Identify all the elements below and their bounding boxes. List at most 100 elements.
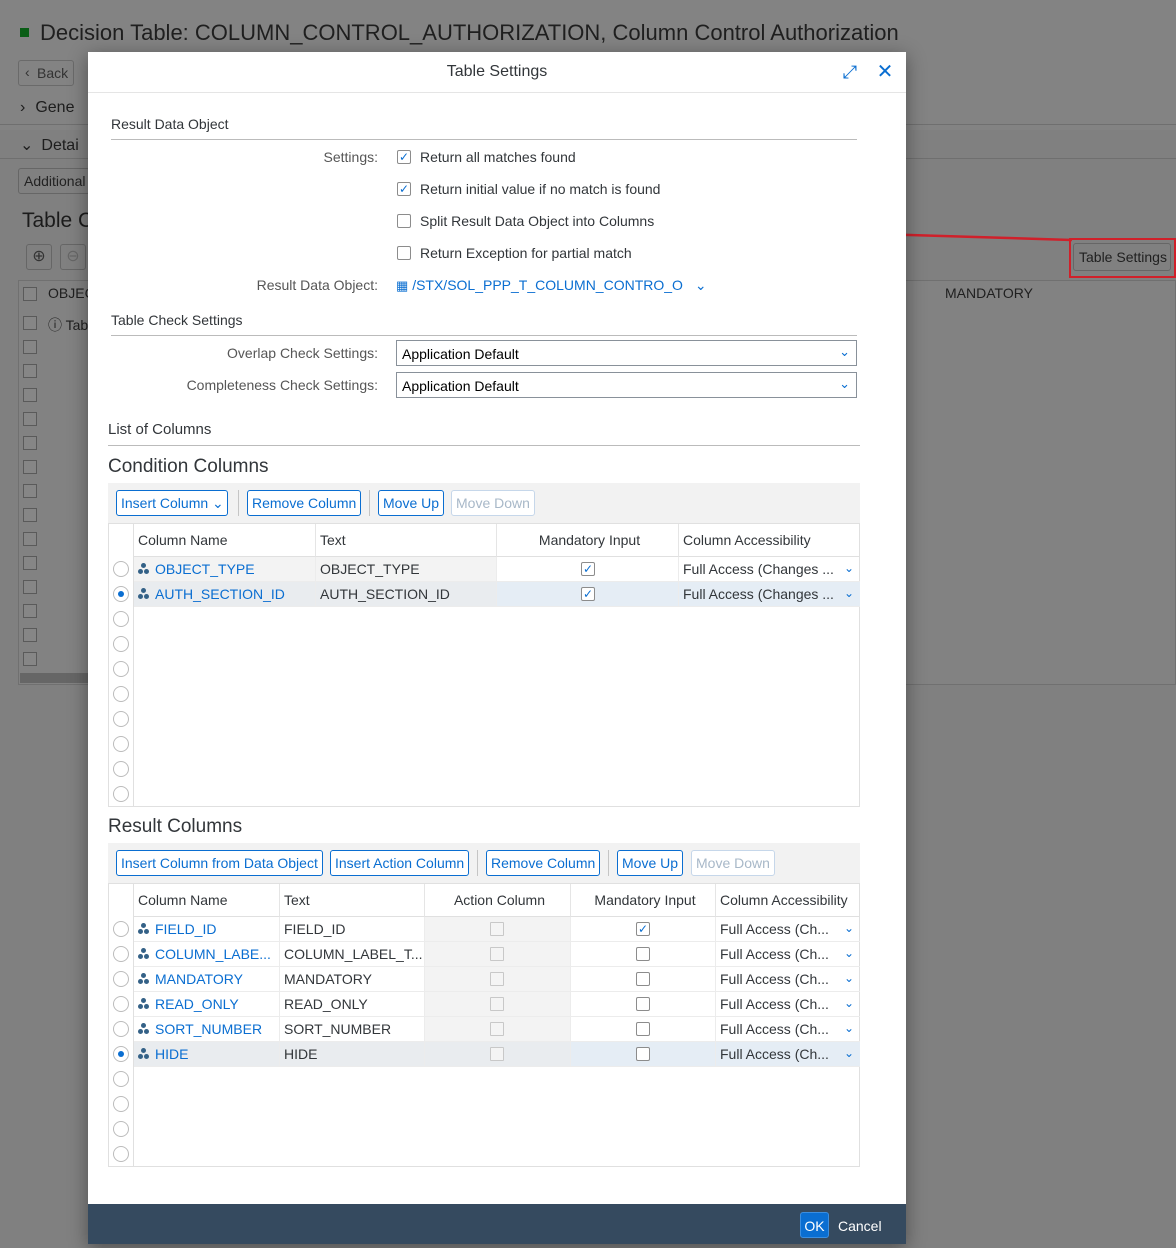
option-checkbox-split[interactable] [397,214,411,228]
divider [111,139,857,140]
row-radio[interactable] [113,611,129,627]
move-down-button[interactable]: Move Down [451,490,535,516]
column-name-link[interactable]: MANDATORY [155,971,243,987]
column-name-link[interactable]: OBJECT_TYPE [155,561,255,577]
select-all-checkbox[interactable] [23,287,37,301]
move-up-button[interactable]: Move Up [378,490,445,516]
row-radio[interactable] [113,1096,129,1112]
row-radio[interactable] [113,761,129,777]
column-name-link[interactable]: HIDE [155,1046,188,1062]
move-down-button[interactable]: Move Down [691,850,775,876]
table-row[interactable]: HIDE [134,1042,280,1067]
mandatory-checkbox[interactable]: ✓ [581,562,595,576]
accessibility-value: Full Access (Ch... [720,1046,829,1062]
row-checkbox[interactable] [23,388,37,402]
row-checkbox[interactable] [23,460,37,474]
row-radio[interactable] [113,661,129,677]
general-section-toggle[interactable]: › Gene [20,99,74,117]
mandatory-checkbox[interactable] [636,972,650,986]
table-row[interactable]: MANDATORY [134,967,280,992]
accessibility-select[interactable]: Full Access (Ch... ⌄ [716,992,860,1017]
option-checkbox-return-all[interactable]: ✓ [397,150,411,164]
row-checkbox[interactable] [23,364,37,378]
row-radio[interactable] [113,686,129,702]
accessibility-select[interactable]: Full Access (Ch... ⌄ [716,942,860,967]
mandatory-checkbox[interactable]: ✓ [636,922,650,936]
accessibility-select[interactable]: Full Access (Changes ... ⌄ [679,582,860,607]
action-cell [425,917,571,942]
row-checkbox[interactable] [23,532,37,546]
row-radio[interactable] [113,786,129,802]
row-checkbox[interactable] [23,604,37,618]
row-checkbox[interactable] [23,412,37,426]
ok-button[interactable]: OK [800,1212,829,1238]
chevron-down-icon[interactable]: ⌄ [695,277,707,293]
details-section-toggle[interactable]: ⌄ Detai [20,135,79,155]
table-row[interactable]: OBJECT_TYPE [134,557,316,582]
accessibility-select[interactable]: Full Access (Ch... ⌄ [716,1042,860,1067]
result-data-object-link[interactable]: ▦ /STX/SOL_PPP_T_COLUMN_CONTRO_O ⌄ [396,277,707,294]
close-icon[interactable]: ✕ [875,62,895,82]
additional-button[interactable]: Additional [18,168,90,194]
condition-columns-title: Condition Columns [108,456,269,477]
row-radio[interactable] [113,1121,129,1137]
column-name-link[interactable]: SORT_NUMBER [155,1021,262,1037]
table-row[interactable]: SORT_NUMBER [134,1017,280,1042]
insert-action-column-button[interactable]: Insert Action Column [330,850,470,876]
remove-row-button[interactable]: ⊖ [60,244,86,270]
row-checkbox[interactable] [23,508,37,522]
move-up-button[interactable]: Move Up [617,850,684,876]
table-row[interactable]: FIELD_ID [134,917,280,942]
mandatory-checkbox[interactable] [636,1047,650,1061]
row-checkbox[interactable] [23,652,37,666]
mandatory-checkbox[interactable] [636,1022,650,1036]
remove-column-button[interactable]: Remove Column [486,850,601,876]
row-radio[interactable] [113,946,129,962]
completeness-check-select[interactable]: Application Default ⌄ [396,372,857,398]
row-checkbox[interactable] [23,436,37,450]
row-radio[interactable] [113,736,129,752]
column-name-link[interactable]: READ_ONLY [155,996,239,1012]
row-radio[interactable] [113,1146,129,1162]
cancel-button[interactable]: Cancel [838,1218,882,1234]
row-radio[interactable] [113,921,129,937]
horizontal-scrollbar[interactable] [20,673,90,683]
table-row[interactable]: COLUMN_LABE... [134,942,280,967]
row-checkbox[interactable] [23,580,37,594]
row-checkbox[interactable] [23,556,37,570]
row-radio[interactable] [113,561,129,577]
row-checkbox[interactable] [23,316,37,330]
row-radio[interactable] [113,1046,129,1062]
insert-column-from-data-object-button[interactable]: Insert Column from Data Object [116,850,323,876]
option-checkbox-return-initial[interactable]: ✓ [397,182,411,196]
back-button[interactable]: ‹ Back [18,60,74,86]
mandatory-checkbox[interactable] [636,947,650,961]
row-checkbox[interactable] [23,484,37,498]
expand-icon[interactable]: ⤢ [840,62,860,82]
overlap-check-select[interactable]: Application Default ⌄ [396,340,857,366]
column-name-link[interactable]: AUTH_SECTION_ID [155,586,285,602]
table-row[interactable]: READ_ONLY [134,992,280,1017]
row-radio[interactable] [113,711,129,727]
add-row-button[interactable]: ⊕ [26,244,52,270]
row-radio[interactable] [113,996,129,1012]
row-checkbox[interactable] [23,340,37,354]
row-radio[interactable] [113,586,129,602]
row-radio[interactable] [113,1071,129,1087]
insert-column-button[interactable]: Insert Column ⌄ [116,490,228,516]
remove-column-button[interactable]: Remove Column [247,490,362,516]
mandatory-checkbox[interactable]: ✓ [581,587,595,601]
accessibility-select[interactable]: Full Access (Ch... ⌄ [716,967,860,992]
accessibility-select[interactable]: Full Access (Ch... ⌄ [716,917,860,942]
column-name-link[interactable]: COLUMN_LABE... [155,946,271,962]
row-radio[interactable] [113,971,129,987]
option-checkbox-exception[interactable] [397,246,411,260]
row-radio[interactable] [113,636,129,652]
accessibility-select[interactable]: Full Access (Changes ... ⌄ [679,557,860,582]
accessibility-select[interactable]: Full Access (Ch... ⌄ [716,1017,860,1042]
row-checkbox[interactable] [23,628,37,642]
table-row[interactable]: AUTH_SECTION_ID [134,582,316,607]
column-name-link[interactable]: FIELD_ID [155,921,216,937]
row-radio[interactable] [113,1021,129,1037]
mandatory-checkbox[interactable] [636,997,650,1011]
